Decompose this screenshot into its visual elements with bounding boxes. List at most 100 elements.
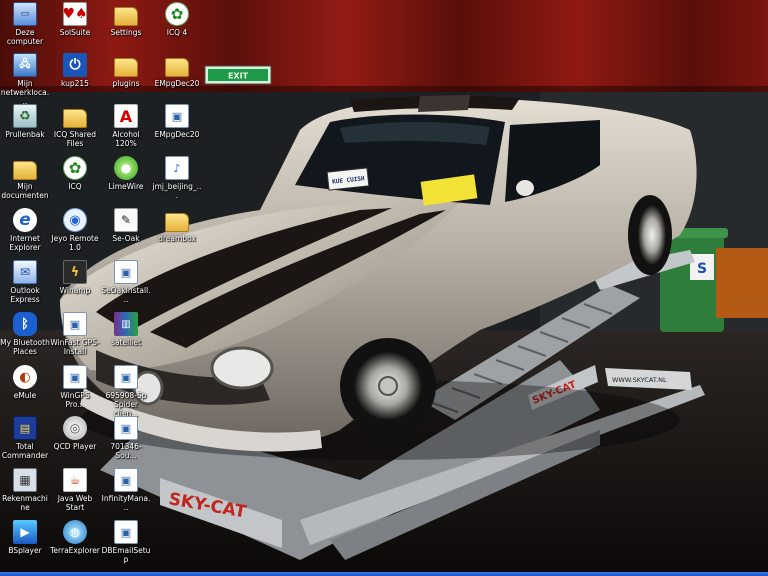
desktop-icon-dreambox[interactable]: dreambox <box>152 208 202 243</box>
desktop-icon-label: satelliet <box>111 338 141 347</box>
desktop-icon-winamp[interactable]: ϟ Winamp <box>50 260 100 295</box>
desktop-icon-plugins[interactable]: plugins <box>101 53 151 88</box>
total-commander-icon: ▤ <box>13 416 37 440</box>
desktop-icon-satelliet[interactable]: ▥ satelliet <box>101 312 151 347</box>
shortcut-document-icon: ▣ <box>114 365 138 389</box>
cd-disc-icon: ◎ <box>63 416 87 440</box>
desktop-icon-label: ICQ 4 <box>166 28 188 37</box>
desktop-icon-settings[interactable]: Settings <box>101 2 151 37</box>
desktop-icon-label: ICQ Shared Files <box>53 130 97 148</box>
java-cup-icon: ☕ <box>63 468 87 492</box>
desktop-icon-jeyo-remote[interactable]: ◉ Jeyo Remote 1.0 <box>50 208 100 252</box>
desktop-icon-label: EMpgDec20 <box>154 79 200 88</box>
desktop-icon-label: Alcohol 120% <box>112 130 140 148</box>
desktop-icon-java-web-start[interactable]: ☕ Java Web Start <box>50 468 100 512</box>
taskbar-edge[interactable] <box>0 572 768 576</box>
desktop-icon-label: Rekenmachine <box>2 494 48 512</box>
shortcut-document-icon: ▣ <box>114 416 138 440</box>
desktop-icon-label: BSplayer <box>8 546 42 555</box>
shared-folder-icon <box>63 109 87 128</box>
desktop-icon-mijn-documenten[interactable]: Mijn documenten <box>0 156 50 200</box>
desktop-icon-label: 701346-Sou... <box>110 442 142 460</box>
desktop-icon-icq[interactable]: ✿ ICQ <box>50 156 100 191</box>
desktop-icon-label: Deze computer <box>6 28 44 46</box>
emule-icon: ◐ <box>13 365 37 389</box>
desktop-icon-jmj-beijing[interactable]: ♪ jmj_beijing_... <box>152 156 202 200</box>
desktop-icon-label: SeOakInstall... <box>101 286 151 304</box>
desktop-icon-label: InfinityMana... <box>101 494 151 512</box>
globe-icon: ◍ <box>63 520 87 544</box>
desktop-icon-mijn-netwerklocaties[interactable]: 🖧 Mijn netwerkloca... <box>0 53 50 106</box>
desktop-icon-701346-sou[interactable]: ▣ 701346-Sou... <box>101 416 151 460</box>
desktop-icon-label: My Bluetooth Places <box>0 338 50 356</box>
desktop-icon-label: DBEmailSetup <box>101 546 151 564</box>
desktop-icon-label: dreambox <box>158 234 196 243</box>
desktop-icon-label: SolSuite <box>59 28 91 37</box>
desktop-icon-icq-4[interactable]: ✿ ICQ 4 <box>152 2 202 37</box>
desktop-icon-emule[interactable]: ◐ eMule <box>0 365 50 400</box>
desktop-icon-label: Java Web Start <box>57 494 93 512</box>
desktop-icon-label: Se-Oak <box>112 234 140 243</box>
icq-flower-icon: ✿ <box>63 156 87 180</box>
desktop-icon-se-oak[interactable]: ✎ Se-Oak <box>101 208 151 243</box>
desktop-icon-terraexplorer[interactable]: ◍ TerraExplorer <box>50 520 100 555</box>
desktop-icon-seoakinstall[interactable]: ▣ SeOakInstall... <box>101 260 151 304</box>
desktop-icon-alcohol-120[interactable]: A Alcohol 120% <box>101 104 151 148</box>
desktop-icon-label: Mijn documenten <box>1 182 49 200</box>
desktop-icon-outlook-express[interactable]: ✉ Outlook Express <box>0 260 50 304</box>
network-places-icon: 🖧 <box>13 53 37 77</box>
bluetooth-icon: ᛒ <box>13 312 37 336</box>
desktop-icon-empgdec20-folder[interactable]: EMpgDec20 <box>152 53 202 88</box>
remote-signal-icon: ◉ <box>63 208 87 232</box>
folder-icon <box>114 7 138 26</box>
folder-icon <box>165 58 189 77</box>
desktop-icon-my-bluetooth-places[interactable]: ᛒ My Bluetooth Places <box>0 312 50 356</box>
desktop-icon-empgdec20-file[interactable]: ▣ EMpgDec20 <box>152 104 202 139</box>
desktop-icon-label: Prullenbak <box>5 130 45 139</box>
desktop-icon-label: Winamp <box>59 286 91 295</box>
power-icon: ⏻ <box>63 53 87 77</box>
desktop-icon-winfast-gps-install[interactable]: ▣ WinFast GPS-Install <box>50 312 100 356</box>
shortcut-document-icon: ▣ <box>114 468 138 492</box>
desktop-icon-spider-client[interactable]: ▣ 695908-Sp Spider clien... <box>101 365 151 418</box>
desktop-icon-label: Internet Explorer <box>9 234 41 252</box>
exit-sign-text: EXIT <box>228 72 249 81</box>
desktop-icon-label: WinFast GPS-Install <box>50 338 100 356</box>
calculator-icon: ▦ <box>13 468 37 492</box>
desktop-icon-dbemailsetup[interactable]: ▣ DBEmailSetup <box>101 520 151 564</box>
desktop-icon-rekenmachine[interactable]: ▦ Rekenmachine <box>0 468 50 512</box>
shortcut-document-icon: ▣ <box>114 520 138 544</box>
shortcut-document-icon: ▣ <box>63 365 87 389</box>
computer-icon: ▭ <box>13 2 37 26</box>
playing-cards-icon: ♥♠ <box>62 2 88 26</box>
desktop-icon-label: EMpgDec20 <box>154 130 200 139</box>
desktop-icon-infinitymana[interactable]: ▣ InfinityMana... <box>101 468 151 512</box>
desktop-icon-label: LimeWire <box>108 182 144 191</box>
desktop-icon-solsuite[interactable]: ♥♠ SolSuite <box>50 2 100 37</box>
desktop-icon-label: Total Commander <box>1 442 49 460</box>
desktop-icon-label: Settings <box>110 28 142 37</box>
lift-url: WWW.SKYCAT.NL <box>612 376 667 384</box>
outlook-express-icon: ✉ <box>13 260 37 284</box>
shortcut-document-icon: ▣ <box>165 104 189 128</box>
se-oak-icon: ✎ <box>114 208 138 232</box>
desktop-icon-limewire[interactable]: ● LimeWire <box>101 156 151 191</box>
icq-flower-icon: ✿ <box>165 2 189 26</box>
desktop-icon-label: Jeyo Remote 1.0 <box>51 234 99 252</box>
desktop-icon-label: kup215 <box>61 79 89 88</box>
desktop-icon-qcd-player[interactable]: ◎ QCD Player <box>50 416 100 451</box>
desktop-icon-total-commander[interactable]: ▤ Total Commander <box>0 416 50 460</box>
desktop-icon-prullenbak[interactable]: ♻ Prullenbak <box>0 104 50 139</box>
desktop-icon-internet-explorer[interactable]: e Internet Explorer <box>0 208 50 252</box>
desktop-icon-label: ICQ <box>68 182 82 191</box>
desktop-icon-icq-shared-files[interactable]: ICQ Shared Files <box>50 104 100 148</box>
desktop-icon-wingps-pro[interactable]: ▣ WinGPS Pro... <box>50 365 100 409</box>
media-file-icon: ♪ <box>165 156 189 180</box>
folder-icon <box>165 213 189 232</box>
desktop-icon-label: Outlook Express <box>10 286 40 304</box>
desktop-icon-label: QCD Player <box>53 442 97 451</box>
desktop-icon-deze-computer[interactable]: ▭ Deze computer <box>0 2 50 46</box>
desktop-icon-kup215[interactable]: ⏻ kup215 <box>50 53 100 88</box>
desktop-icon-bsplayer[interactable]: ▶ BSplayer <box>0 520 50 555</box>
desktop-icon-label: TerraExplorer <box>50 546 100 555</box>
